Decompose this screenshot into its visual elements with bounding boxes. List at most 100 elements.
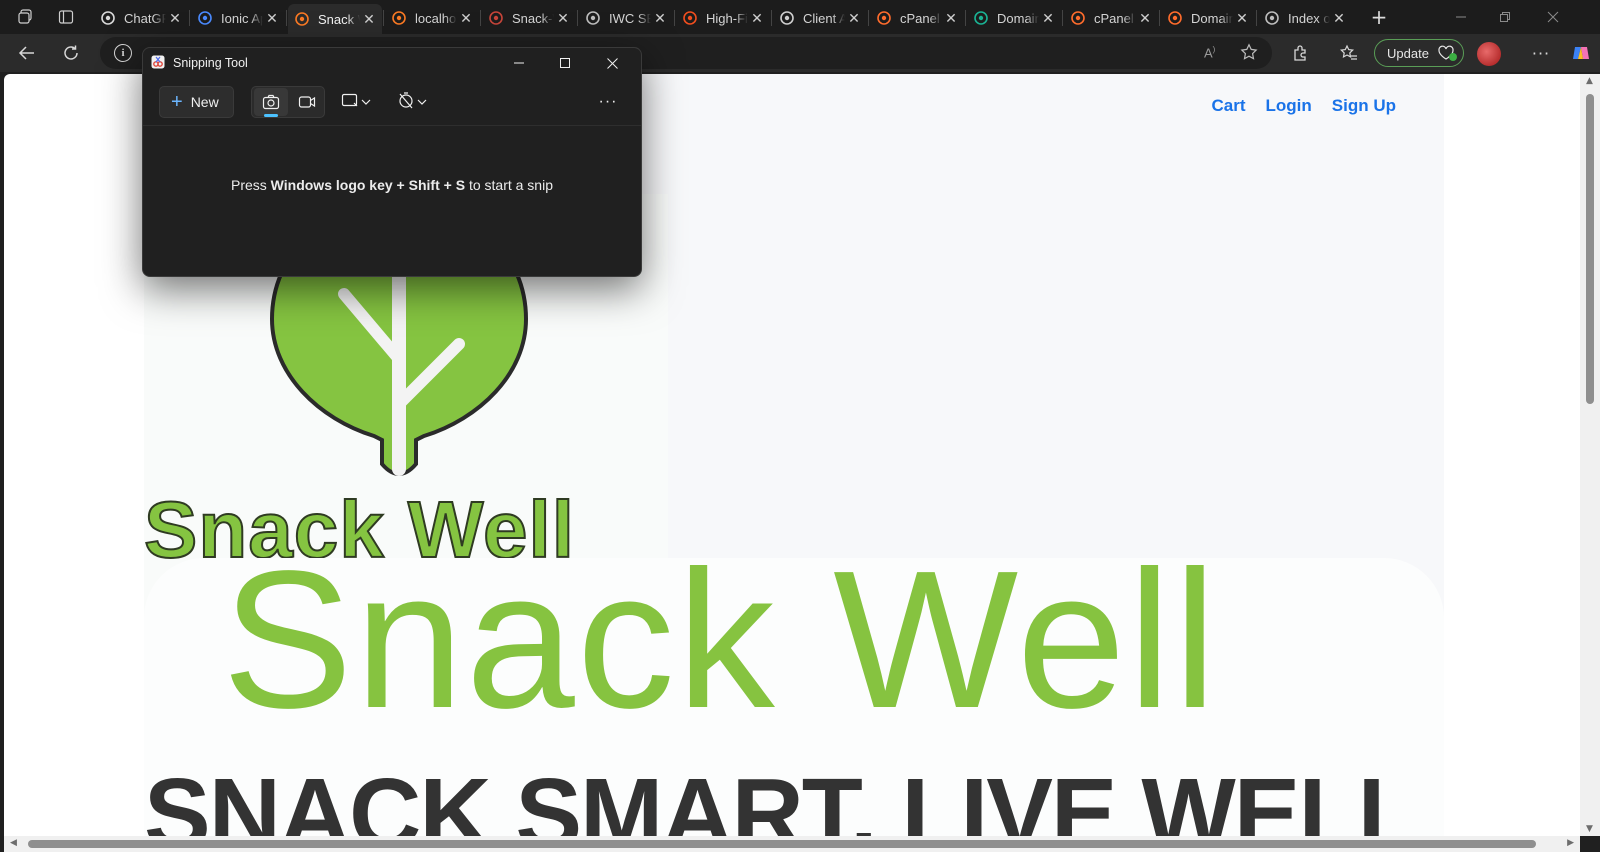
nav-cart-link[interactable]: Cart xyxy=(1212,96,1246,116)
hero-title: Snack Well xyxy=(222,530,1219,749)
browser-tab[interactable]: Index of ✕ xyxy=(1258,4,1352,32)
new-snip-label: New xyxy=(190,94,219,110)
tab-label: localhost xyxy=(415,10,457,26)
camera-icon[interactable] xyxy=(254,88,288,117)
site-nav: Cart Login Sign Up xyxy=(1212,96,1397,116)
tab-close-icon[interactable]: ✕ xyxy=(554,10,572,27)
tab-separator xyxy=(189,10,190,26)
globe-icon xyxy=(1264,10,1280,26)
site-info-icon[interactable]: i xyxy=(114,44,132,62)
browser-tab[interactable]: cPanel ✕ xyxy=(1064,4,1158,32)
nav-login-link[interactable]: Login xyxy=(1266,96,1312,116)
browser-tab[interactable]: Snack-Well✕ xyxy=(482,4,576,32)
tab-close-icon[interactable]: ✕ xyxy=(1233,10,1251,27)
tab-close-icon[interactable]: ✕ xyxy=(1039,10,1057,27)
scroll-left-icon[interactable]: ◀ xyxy=(10,838,17,848)
tab-separator xyxy=(1159,10,1160,26)
snip-minimize-icon[interactable] xyxy=(496,48,542,78)
plus-icon: + xyxy=(171,91,183,113)
hint-suffix: to start a snip xyxy=(465,177,553,193)
extensions-icon[interactable] xyxy=(1286,39,1316,67)
snip-shape-dropdown[interactable] xyxy=(341,90,371,114)
hint-key-s: S xyxy=(455,177,466,193)
back-button[interactable] xyxy=(12,39,42,67)
browser-tab[interactable]: Snack Well✕ xyxy=(288,4,382,34)
chevron-down-icon xyxy=(361,93,371,111)
tab-close-icon[interactable]: ✕ xyxy=(263,10,281,27)
tab-actions-icon[interactable] xyxy=(54,6,78,28)
ionic-icon xyxy=(197,10,213,26)
update-button[interactable]: Update xyxy=(1374,39,1464,67)
favorite-star-icon[interactable] xyxy=(1240,43,1258,65)
snip-close-icon[interactable] xyxy=(589,48,635,78)
refresh-button[interactable] xyxy=(56,39,86,67)
close-window-icon[interactable] xyxy=(1538,6,1568,28)
no-delay-timer-icon xyxy=(397,91,415,114)
globe-icon xyxy=(585,10,601,26)
tab-label: cPanel xyxy=(900,10,940,26)
restore-window-icon[interactable] xyxy=(1490,6,1520,28)
tab-close-icon[interactable]: ✕ xyxy=(360,11,378,28)
tab-separator xyxy=(383,10,384,26)
browser-tab[interactable]: Domains✕ xyxy=(967,4,1061,32)
tab-separator xyxy=(1256,10,1257,26)
snip-mode-toggle xyxy=(251,86,325,118)
xampp-icon xyxy=(391,10,407,26)
figma-icon xyxy=(682,10,698,26)
browser-tab[interactable]: cPanel ✕ xyxy=(870,4,964,32)
tab-label: IWC SEO xyxy=(609,10,651,26)
chevron-down-icon xyxy=(417,93,427,111)
xampp-icon xyxy=(294,11,310,27)
tab-close-icon[interactable]: ✕ xyxy=(1330,10,1348,27)
minimize-window-icon[interactable] xyxy=(1446,6,1476,28)
tab-separator xyxy=(286,10,287,26)
snip-maximize-icon[interactable] xyxy=(542,48,588,78)
snip-delay-dropdown[interactable] xyxy=(397,90,427,114)
tab-close-icon[interactable]: ✕ xyxy=(942,10,960,27)
tab-label: ChatGPT xyxy=(124,10,166,26)
tab-close-icon[interactable]: ✕ xyxy=(457,10,475,27)
tab-label: Domains xyxy=(1191,10,1233,26)
nav-signup-link[interactable]: Sign Up xyxy=(1332,96,1396,116)
browser-tab[interactable]: Domains✕ xyxy=(1161,4,1255,32)
tab-close-icon[interactable]: ✕ xyxy=(1136,10,1154,27)
favorites-icon[interactable] xyxy=(1334,39,1364,67)
vertical-scroll-thumb[interactable] xyxy=(1586,94,1594,404)
tab-strip: ChatGPT✕Ionic App✕Snack Well✕localhost✕S… xyxy=(0,0,1600,34)
browser-tab[interactable]: Client Area✕ xyxy=(773,4,867,32)
pdf-icon xyxy=(488,10,504,26)
snip-more-options-icon[interactable]: ··· xyxy=(593,90,623,114)
vertical-scrollbar[interactable]: ▲ ▼ xyxy=(1580,74,1600,836)
read-aloud-icon[interactable]: A) xyxy=(1204,45,1215,60)
workspaces-icon[interactable] xyxy=(14,6,38,28)
scroll-right-icon[interactable]: ▶ xyxy=(1567,838,1574,848)
settings-more-icon[interactable]: ··· xyxy=(1526,39,1556,67)
browser-tab[interactable]: IWC SEO✕ xyxy=(579,4,673,32)
horizontal-scroll-thumb[interactable] xyxy=(28,840,1536,848)
hint-plus: + xyxy=(439,177,456,193)
scroll-down-icon[interactable]: ▼ xyxy=(1586,824,1593,834)
video-camera-icon[interactable] xyxy=(290,88,324,116)
tab-separator xyxy=(577,10,578,26)
profile-avatar[interactable] xyxy=(1477,42,1501,66)
new-tab-button[interactable]: + xyxy=(1364,5,1394,29)
new-snip-button[interactable]: + New xyxy=(159,86,234,118)
tab-close-icon[interactable]: ✕ xyxy=(651,10,669,27)
snipping-tool-app-icon xyxy=(151,55,165,69)
browser-tab[interactable]: High-Fidelity✕ xyxy=(676,4,770,32)
tab-label: Snack Well xyxy=(318,11,360,27)
browser-tab[interactable]: ChatGPT✕ xyxy=(94,4,188,32)
site-icon xyxy=(779,10,795,26)
tab-label: Client Area xyxy=(803,10,845,26)
browser-tab[interactable]: localhost✕ xyxy=(385,4,479,32)
tab-separator xyxy=(480,10,481,26)
scroll-up-icon[interactable]: ▲ xyxy=(1586,76,1593,86)
copilot-icon[interactable] xyxy=(1566,39,1596,67)
tab-separator xyxy=(965,10,966,26)
browser-tab[interactable]: Ionic App✕ xyxy=(191,4,285,32)
horizontal-scrollbar[interactable]: ◀ ▶ xyxy=(4,836,1580,852)
tab-close-icon[interactable]: ✕ xyxy=(166,10,184,27)
tab-close-icon[interactable]: ✕ xyxy=(748,10,766,27)
cpanel-icon xyxy=(876,10,892,26)
tab-close-icon[interactable]: ✕ xyxy=(845,10,863,27)
